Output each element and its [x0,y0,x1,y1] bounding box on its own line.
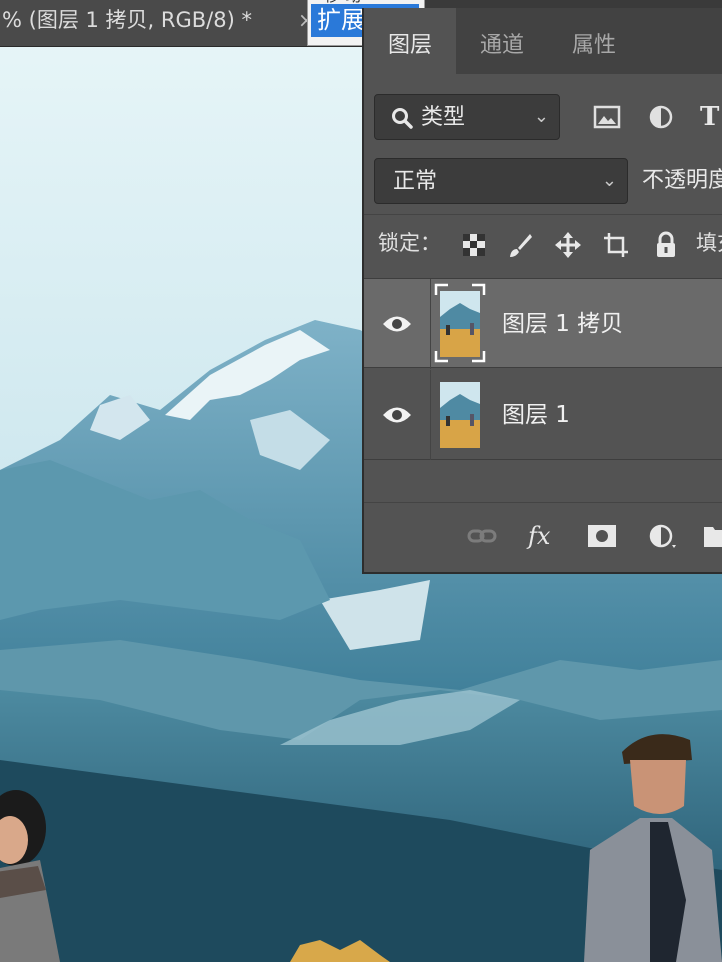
visibility-toggle[interactable] [364,279,431,369]
layer-row[interactable]: 图层 1 拷贝 [364,278,722,369]
fx-icon[interactable]: fx [528,521,560,551]
link-layers-icon[interactable] [466,521,498,551]
lock-all-icon[interactable] [652,231,680,259]
tab-channels[interactable]: 通道 [456,8,548,74]
chevron-down-icon: ⌄ [601,170,617,191]
layers-panel-footer: fx [364,502,722,567]
layer-row[interactable]: 图层 1 [364,370,722,460]
layer-thumbnail [440,382,480,448]
visibility-toggle[interactable] [364,370,431,460]
image-filter-icon[interactable] [592,102,622,132]
opacity-label: 不透明度 [642,168,722,193]
search-icon [392,108,413,129]
blend-mode-select[interactable]: 正常 ⌄ [374,158,628,204]
adjustment-filter-icon[interactable] [646,102,676,132]
eye-icon [383,316,411,332]
document-tab[interactable]: % (图层 1 拷贝, RGB/8) * × [0,0,335,46]
new-group-icon[interactable] [700,521,722,551]
chevron-down-icon: ⌄ [533,106,549,127]
lock-row: 锁定： 填充 [364,214,722,275]
adjustment-layer-icon[interactable] [646,521,678,551]
layer-name[interactable]: 图层 1 [502,370,570,460]
filter-kind-label: 类型 [421,105,466,130]
layers-panel: 图层 通道 属性 类型 ⌄ T 正常 ⌄ 不透明度 锁定： 填 图层 1 拷贝 … [362,8,722,574]
layer-name[interactable]: 图层 1 拷贝 [502,279,623,369]
tab-layers[interactable]: 图层 [364,8,456,74]
selection-frame [434,283,486,363]
menu-item-move[interactable]: 移 动 [324,0,361,3]
document-tab-title: % (图层 1 拷贝, RGB/8) * [2,8,252,32]
lock-artboard-icon[interactable] [602,231,630,259]
fill-label: 填充 [696,231,722,255]
eye-icon [383,407,411,423]
lock-move-icon[interactable] [554,231,582,259]
lock-paint-icon[interactable] [506,231,534,259]
add-mask-icon[interactable] [586,521,618,551]
lock-label: 锁定： [378,231,441,255]
lock-transparent-icon[interactable] [460,231,488,259]
panel-tab-bar: 图层 通道 属性 [364,8,722,74]
tab-properties[interactable]: 属性 [548,8,640,74]
type-filter-icon[interactable]: T [700,102,722,132]
layer-filter-select[interactable]: 类型 ⌄ [374,94,560,140]
blend-mode-value: 正常 [393,169,438,194]
